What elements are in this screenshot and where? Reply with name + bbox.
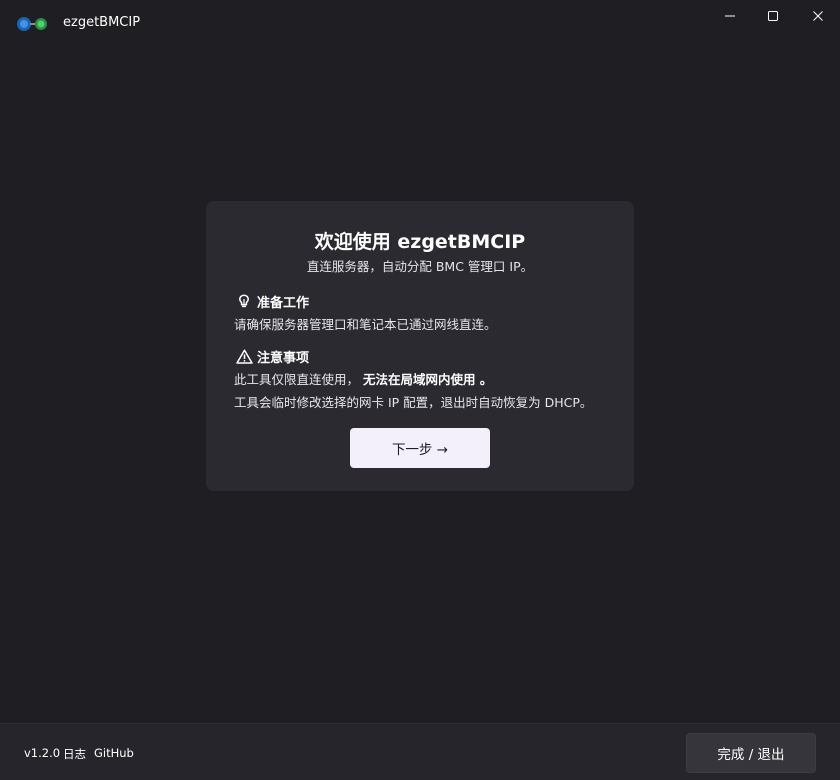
maximize-button[interactable] xyxy=(751,0,795,32)
warning-icon xyxy=(235,349,253,365)
welcome-card: 欢迎使用 ezgetBMCIP 直连服务器，自动分配 BMC 管理口 IP。 准… xyxy=(206,201,634,491)
prep-text: 请确保服务器管理口和笔记本已通过网线直连。 xyxy=(234,317,497,332)
log-link[interactable]: 日志 xyxy=(63,746,86,762)
minimize-icon xyxy=(724,10,736,22)
app-title: ezgetBMCIP xyxy=(63,15,141,30)
prep-heading-label: 准备工作 xyxy=(257,296,310,311)
finish-exit-button[interactable]: 完成 / 退出 xyxy=(686,733,816,773)
maximize-icon xyxy=(767,10,779,22)
close-button[interactable] xyxy=(796,0,840,32)
lightbulb-icon xyxy=(235,294,253,310)
link-nodes-icon xyxy=(16,16,48,32)
app-window: ezgetBMCIP 欢迎使用 ezgetBMCIP 直连服务器，自动分配 BM… xyxy=(0,0,840,780)
welcome-title: 欢迎使用 ezgetBMCIP xyxy=(314,231,526,253)
notice-line-2: 工具会临时修改选择的网卡 IP 配置，退出时自动恢复为 DHCP。 xyxy=(234,395,593,410)
notice-line-1-prefix: 此工具仅限直连使用， xyxy=(234,372,360,387)
minimize-button[interactable] xyxy=(708,0,752,32)
next-step-button[interactable]: 下一步 → xyxy=(350,428,490,468)
close-icon xyxy=(812,10,824,22)
github-link[interactable]: GitHub xyxy=(94,746,134,760)
title-bar: ezgetBMCIP xyxy=(0,0,840,46)
prep-section-heading: 准备工作 xyxy=(235,292,309,311)
notice-heading-label: 注意事项 xyxy=(257,351,310,366)
version-label: v1.2.0 xyxy=(24,746,61,760)
footer-bar: v1.2.0 日志 GitHub 完成 / 退出 xyxy=(0,723,840,780)
notice-line-1-emphasis: 无法在局域网内使用 。 xyxy=(363,372,493,387)
notice-line-1: 此工具仅限直连使用， 无法在局域网内使用 。 xyxy=(234,369,492,388)
welcome-subtitle: 直连服务器，自动分配 BMC 管理口 IP。 xyxy=(306,259,534,274)
notice-section-heading: 注意事项 xyxy=(235,347,309,366)
